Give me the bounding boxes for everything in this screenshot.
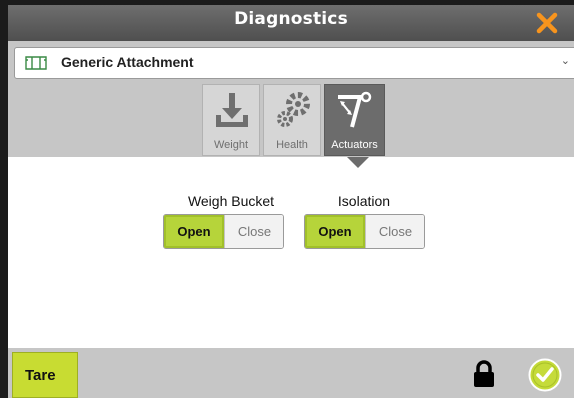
tab-weight-label: Weight [213, 139, 249, 151]
tab-weight[interactable]: Weight [202, 84, 260, 156]
window-title: Diagnostics [234, 9, 348, 29]
weigh-bucket-toggle: Open Close [163, 214, 284, 249]
actuators-panel: Weigh Bucket Open Close Isolation Open C… [8, 157, 574, 348]
tab-health[interactable]: Health [263, 84, 321, 156]
weight-download-icon [216, 93, 248, 127]
tab-actuators-label: Actuators [331, 139, 378, 151]
close-button[interactable] [534, 10, 560, 36]
footer-bar: Tare [8, 348, 574, 398]
tare-label: Tare [25, 367, 56, 384]
gears-icon [277, 92, 310, 127]
attachment-select[interactable]: Generic Attachment ⌄ [14, 47, 574, 79]
tab-health-label: Health [276, 139, 308, 151]
lock-icon [474, 360, 494, 387]
chevron-down-icon: ⌄ [560, 55, 570, 67]
attachment-select-value: Generic Attachment [61, 54, 194, 70]
weigh-bucket-label: Weigh Bucket [187, 193, 275, 209]
attachment-icon [25, 56, 47, 70]
isolation-close-button[interactable]: Close [365, 215, 424, 248]
tab-actuators[interactable]: Actuators [324, 84, 385, 156]
isolation-label: Isolation [337, 193, 391, 209]
tare-button[interactable]: Tare [12, 352, 78, 398]
active-tab-pointer [347, 157, 369, 168]
close-x-icon [536, 12, 558, 34]
weigh-bucket-close-button[interactable]: Close [224, 215, 283, 248]
isolation-toggle: Open Close [304, 214, 425, 249]
isolation-open-button[interactable]: Open [305, 215, 365, 248]
weigh-bucket-open-button[interactable]: Open [164, 215, 224, 248]
check-circle-icon[interactable] [528, 358, 562, 392]
actuator-arm-icon [338, 91, 372, 128]
title-bar: Diagnostics [8, 5, 574, 41]
diagnostics-window: Diagnostics Generic Attachment ⌄ Weight [8, 5, 574, 398]
